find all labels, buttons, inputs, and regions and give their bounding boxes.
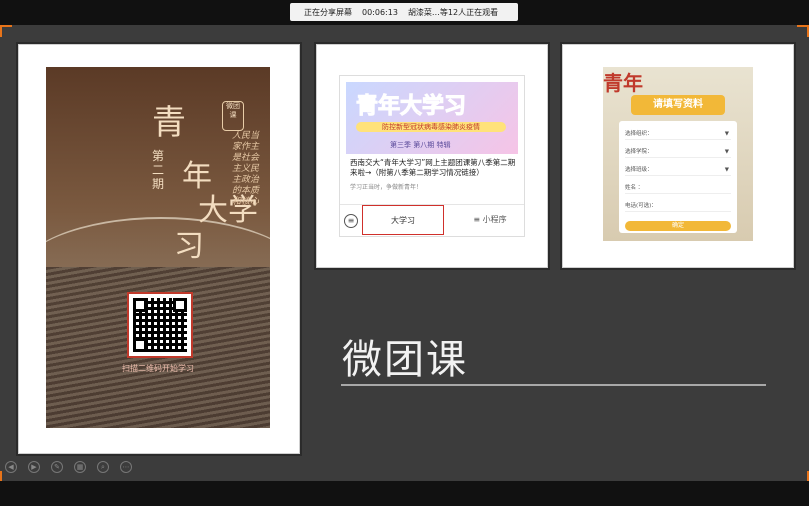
poster-image: 微团课 青 年 大学 习 第二期 人民当家作主是社会主义民主政治的本质和核心 扫… [46, 67, 270, 428]
scan-instruction: 扫描二维码开始学习 [122, 364, 194, 373]
prev-icon[interactable]: ◀ [5, 461, 17, 473]
qr-finder [133, 298, 147, 312]
section-title: 微团课 [342, 337, 468, 383]
share-corner-marker [797, 25, 809, 37]
qr-finder [173, 298, 187, 312]
seal-stamp: 微团课 [222, 101, 244, 131]
form-row[interactable]: 选择组织： ▼ [625, 129, 731, 140]
form-header: 请填写资料 [631, 95, 725, 115]
top-bar: 正在分享屏幕 00:06:13 胡漆菜…等12人正在观看 [0, 0, 809, 25]
share-corner-marker [0, 25, 12, 37]
share-status: 正在分享屏幕 [304, 7, 352, 17]
zoom-icon[interactable]: ⌕ [97, 461, 109, 473]
bottom-bar [0, 481, 809, 506]
form-row[interactable]: 电话(可选)： [625, 201, 731, 212]
article-banner: 青年大学习 防控新型冠状病毒感染肺炎疫情 第三季 第八期 特辑 [346, 82, 518, 154]
banner-footer: 第三季 第八期 特辑 [390, 141, 451, 149]
form-row-label: 电话(可选)： [625, 203, 657, 209]
poster-title-line: 习 [174, 229, 204, 264]
article-description: 西南交大“青年大学习”网上主题团课第八季第二期来啦→（附第八季第二期学习情况链接… [350, 158, 516, 177]
share-timer: 00:06:13 [362, 7, 398, 17]
poster-title-line: 青 [152, 103, 186, 143]
slides-icon[interactable]: ▦ [74, 461, 86, 473]
title-underline [341, 384, 766, 386]
screen-share-bar[interactable]: 正在分享屏幕 00:06:13 胡漆菜…等12人正在观看 [290, 3, 518, 21]
form-row-label: 选择组织： [625, 131, 653, 137]
article-tip: 学习正当时，争做新青年！ [350, 184, 423, 191]
form-row-label: 选择班级： [625, 167, 653, 173]
form-screenshot: 青年 请填写资料 选择组织： ▼ 选择学院： ▼ 选择班级： ▼ 姓名 ： 电话(可选… [603, 67, 753, 241]
form-row[interactable]: 姓名 ： [625, 183, 731, 194]
form-row[interactable]: 选择学院： ▼ [625, 147, 731, 158]
presentation-controls: ◀ ▶ ✎ ▦ ⌕ ⋯ [5, 461, 132, 473]
qr-code[interactable] [127, 292, 193, 358]
menu-icon[interactable]: ≡ [344, 214, 358, 228]
form-row[interactable]: 选择班级： ▼ [625, 165, 731, 176]
qr-finder [133, 338, 147, 352]
form-bg-title: 青年 [603, 71, 643, 95]
dropdown-arrow-icon: ▼ [724, 131, 729, 137]
tab-daxuexi[interactable]: 大学习 [362, 205, 444, 235]
next-icon[interactable]: ▶ [28, 461, 40, 473]
more-icon[interactable]: ⋯ [120, 461, 132, 473]
dropdown-arrow-icon: ▼ [724, 149, 729, 155]
banner-title: 青年大学习 [355, 94, 467, 120]
banner-subtitle: 防控新型冠状病毒感染肺炎疫情 [356, 122, 506, 132]
poster-issue: 第二期 [152, 149, 165, 191]
form-row-label: 姓名 ： [625, 185, 644, 191]
dropdown-arrow-icon: ▼ [724, 167, 729, 173]
form-row-label: 选择学院： [625, 149, 653, 155]
form-submit-button[interactable]: 确定 [625, 221, 731, 231]
pen-icon[interactable]: ✎ [51, 461, 63, 473]
tab-mini-program[interactable]: ≡ 小程序 [458, 205, 522, 235]
poster-slogan: 人民当家作主是社会主义民主政治的本质和核心 [232, 131, 260, 207]
viewer-count[interactable]: 胡漆菜…等12人正在观看 [408, 7, 498, 18]
article-card[interactable]: 青年大学习 防控新型冠状病毒感染肺炎疫情 第三季 第八期 特辑 西南交大“青年大… [339, 75, 525, 237]
form-box: 选择组织： ▼ 选择学院： ▼ 选择班级： ▼ 姓名 ： 电话(可选)： 确定 [619, 121, 737, 233]
article-tab-bar: ≡ 大学习 ≡ 小程序 [340, 204, 524, 237]
